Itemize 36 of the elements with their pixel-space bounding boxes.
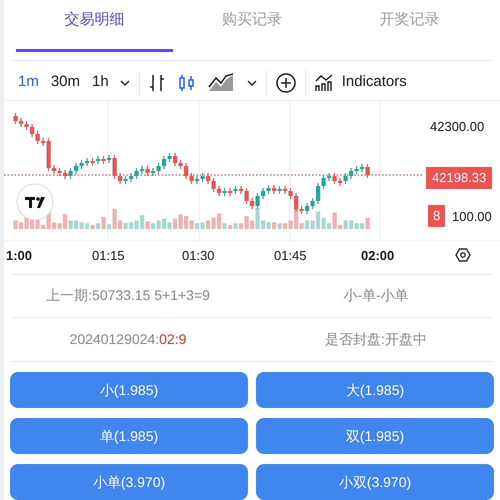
bet-button[interactable]: 小(1.985) xyxy=(10,372,248,408)
market-status-text: 是否封盘:开盘中 xyxy=(324,330,428,350)
tab[interactable]: 交易明细 xyxy=(16,4,174,52)
period-number: 20240129024: xyxy=(70,330,160,350)
tab[interactable]: 购买记录 xyxy=(173,4,331,52)
logo-icon xyxy=(16,183,54,222)
bar-chart-icon[interactable] xyxy=(148,72,166,93)
time-axis-label: 01:30 xyxy=(182,247,215,266)
indicators-icon[interactable] xyxy=(314,72,334,93)
tab[interactable]: 开奖记录 xyxy=(330,4,488,52)
bet-button[interactable]: 双(1.985) xyxy=(256,418,494,454)
last-price-label: 42198.33 xyxy=(426,167,492,189)
area-chart-icon[interactable] xyxy=(208,72,234,93)
bet-button[interactable]: 大(1.985) xyxy=(256,372,494,408)
price-axis-label: 100.00 xyxy=(452,208,492,226)
result-pattern-text: 小-单-小单 xyxy=(342,286,410,306)
indicators-button[interactable]: Indicators xyxy=(342,71,407,94)
price-axis-label: 42300.00 xyxy=(430,118,484,136)
interval-button[interactable]: 1m xyxy=(12,71,45,94)
bet-button[interactable]: 小单(3.970) xyxy=(10,464,248,500)
interval-button[interactable]: 1h xyxy=(86,71,115,94)
candlestick-icon[interactable] xyxy=(178,72,196,93)
bet-button[interactable]: 小双(3.970) xyxy=(256,464,494,500)
interval-button[interactable]: 30m xyxy=(44,71,86,94)
bet-button[interactable]: 单(1.985) xyxy=(10,418,248,454)
chevron-down-icon[interactable] xyxy=(118,78,131,87)
time-axis-label: 01:45 xyxy=(274,247,307,266)
previous-result-text: 上一期:50733.15 5+1+3=9 xyxy=(45,286,211,306)
chevron-down-icon[interactable] xyxy=(246,78,258,87)
time-axis-label: 1:00 xyxy=(6,247,32,266)
time-axis-label: 02:00 xyxy=(361,247,394,266)
volume-label: 8 xyxy=(428,205,446,227)
settings-icon[interactable] xyxy=(455,247,471,264)
add-icon[interactable] xyxy=(274,72,297,94)
time-axis-label: 01:15 xyxy=(92,247,125,266)
countdown-timer: 02:9 xyxy=(159,330,186,350)
